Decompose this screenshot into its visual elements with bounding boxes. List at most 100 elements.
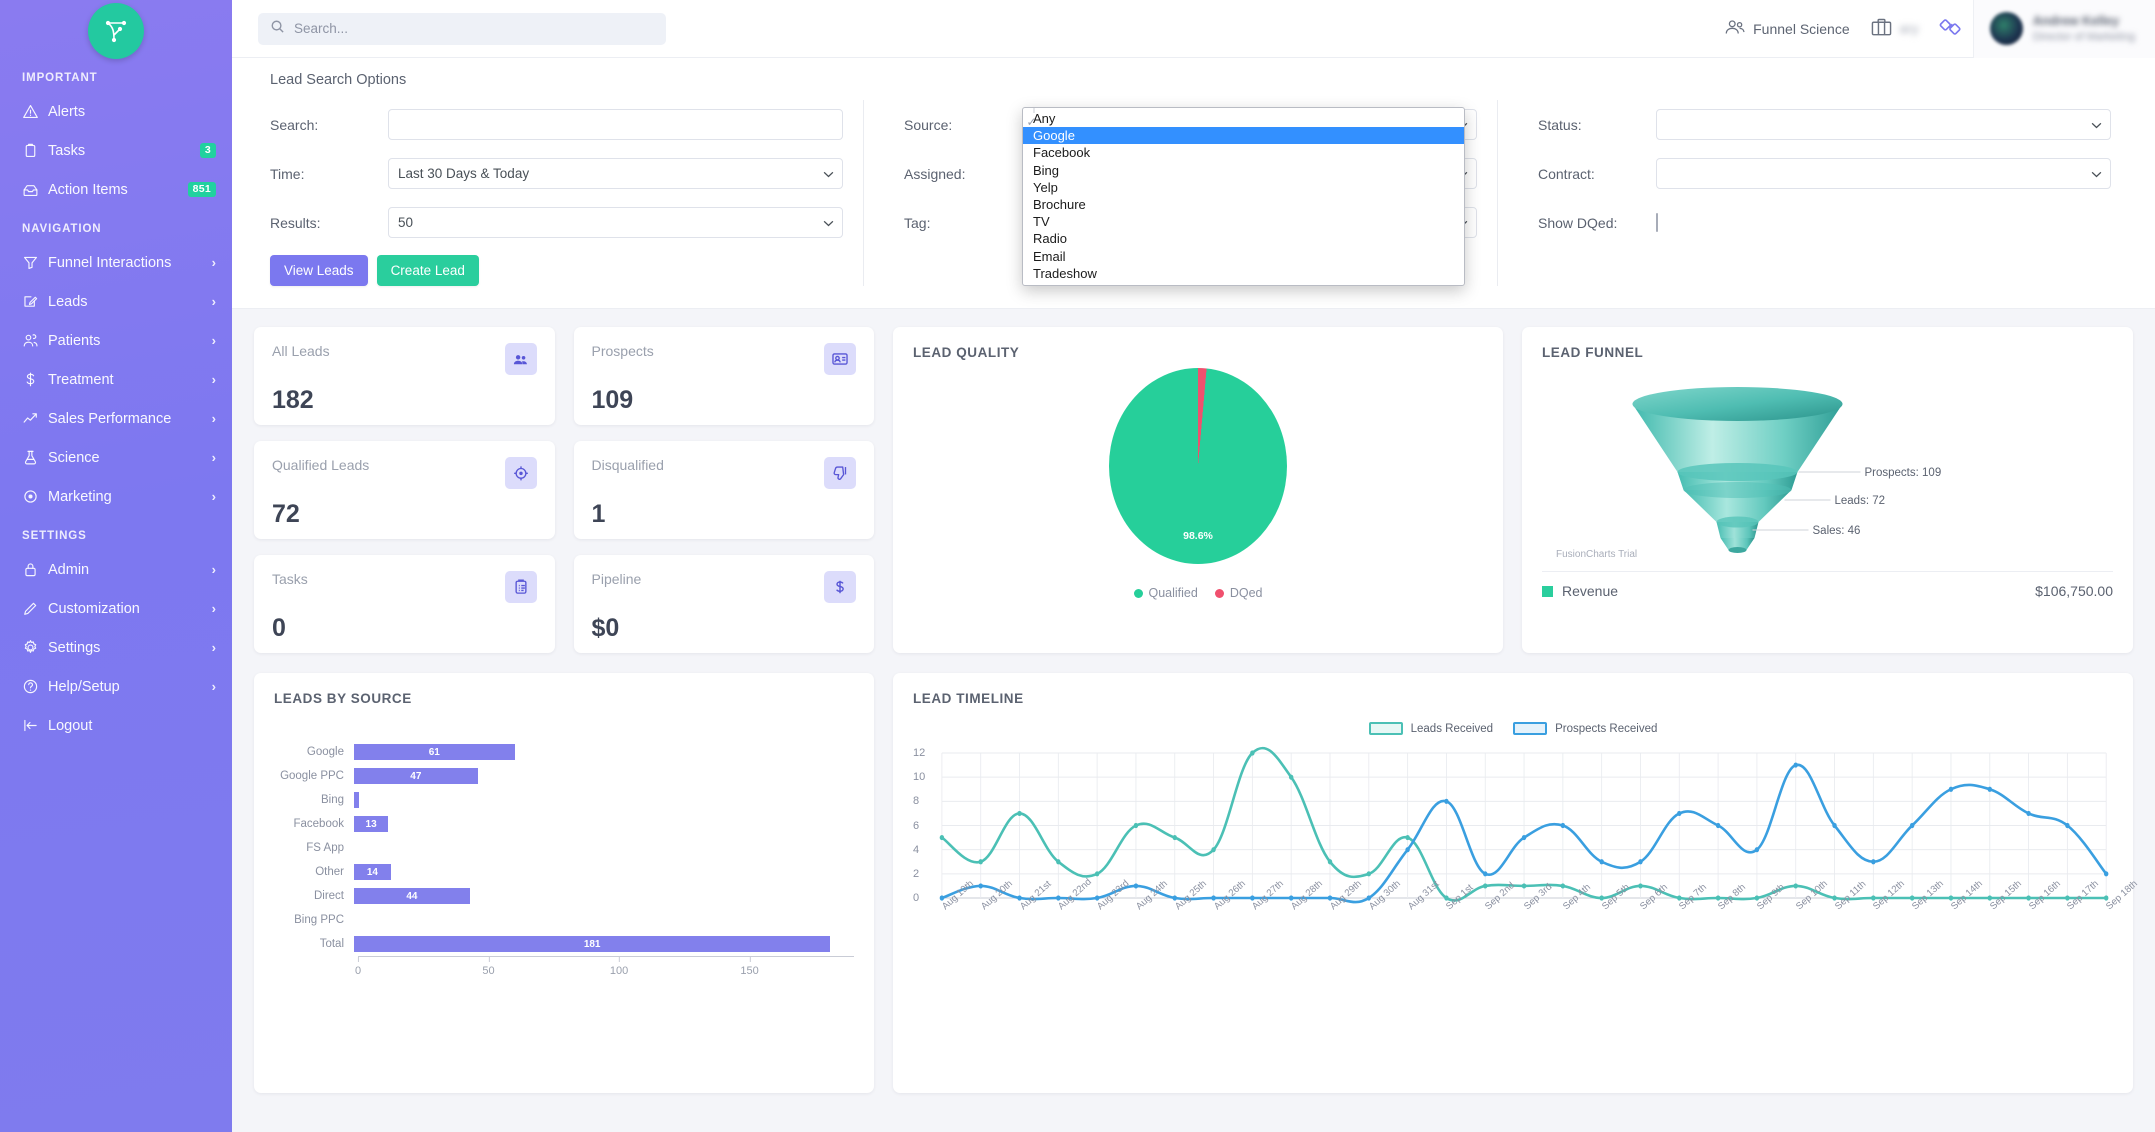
page-content: Lead Search Options Search: Time: Last 3… [232,58,2155,1132]
sidebar-item-settings[interactable]: Settings › [0,628,232,667]
sidebar-item-alerts[interactable]: Alerts [0,92,232,131]
results-select[interactable] [388,207,843,238]
funnel-label-sales: Sales: 46 [1813,525,1861,537]
kpi-label: Disqualified [591,457,664,473]
dollar-icon [22,371,48,388]
pie-slices[interactable]: 98.6% [1109,368,1287,564]
timeline-y-tick: 0 [913,891,920,904]
sidebar-item-logout[interactable]: Logout [0,706,232,745]
source-bar-label: Bing PPC [294,914,344,926]
sidebar-item-customization[interactable]: Customization › [0,589,232,628]
chevron-right-icon: › [211,601,216,616]
time-select[interactable] [388,158,843,189]
global-search-input[interactable]: Search... [258,12,666,45]
sidebar-item-sales-performance[interactable]: Sales Performance › [0,399,232,438]
sidebar-item-label: Science [48,449,100,466]
status-select[interactable] [1656,109,2111,140]
kpi-card-pipeline[interactable]: Pipeline $0 [573,555,874,653]
main-region: Search... Funnel Science ary Andrew Kell… [232,0,2155,1132]
source-option-brochure[interactable]: Brochure [1023,108,1464,213]
sidebar-item-science[interactable]: Science › [0,438,232,477]
source-bar-label: Facebook [293,818,344,830]
pie-legend-item-dqed[interactable]: DQed [1214,586,1263,600]
integrations-button[interactable] [1929,17,1973,40]
kpi-card-tasks[interactable]: Tasks 0 [254,555,555,653]
lead-funnel-title: LEAD FUNNEL [1542,345,1644,360]
source-bar[interactable]: 61 [354,744,515,760]
lead-timeline-chart[interactable]: 0 2 4 6 8 10 12 Aug 19th Aug 20th Aug 21st Aug 22n… [913,745,2140,960]
timeline-legend-item-prospects-received[interactable]: Prospects Received [1513,722,1657,735]
source-bar[interactable]: 47 [354,768,478,784]
leads-by-source-chart: Google 61 Google PPC 47 Bing Facebook 13 FS App… [274,740,854,956]
sidebar-item-marketing[interactable]: Marketing › [0,477,232,516]
lead-quality-chart: 98.6% Qualified DQed [913,368,1483,600]
field-contract: Contract: [1524,149,2115,198]
x-axis-tick: 0 [355,957,361,977]
leads-by-source-x-axis: 0 50 100 150 [355,956,854,982]
search-input[interactable] [388,109,843,140]
kpi-card-qualified-leads[interactable]: Qualified Leads 72 [254,441,555,539]
source-bar-value: 44 [406,890,418,902]
source-dropdown-list[interactable]: ✓ Any Google Facebook Bing Yelp Brochure TV Radi… [1022,107,1465,286]
search-form-column-middle: Source: ✓AnyGoogleFacebookBingYelp Brochu… [863,100,1498,286]
source-bar-track: 181 [354,932,854,956]
show-dqed-checkbox[interactable] [1656,212,1658,232]
sidebar-item-funnel-interactions[interactable]: Funnel Interactions › [0,243,232,282]
source-option-radio[interactable]: Radio [1023,108,1464,247]
source-option-tv[interactable]: TV [1023,108,1464,230]
source-bar[interactable]: 14 [354,864,391,880]
kpi-card-all-leads[interactable]: All Leads 182 [254,327,555,425]
source-bar[interactable]: 181 [354,936,831,952]
source-bar[interactable]: 44 [354,888,470,904]
source-bar[interactable]: 13 [354,816,389,832]
source-bar-label: Direct [313,890,344,902]
source-option-label: Tradeshow [1033,265,1097,281]
source-bar-row: Other 14 [280,860,854,884]
source-option-bing[interactable]: Bing [1023,108,1464,179]
source-option-tradeshow[interactable]: Tradeshow [1023,108,1464,282]
timeline-legend-item-leads-received[interactable]: Leads Received [1368,722,1493,735]
source-label: Source: [904,116,953,133]
sidebar-item-admin[interactable]: Admin › [0,550,232,589]
kpi-card-disqualified[interactable]: Disqualified 1 [573,441,874,539]
sidebar-item-action-items[interactable]: Action Items 851 [0,170,232,209]
view-leads-button[interactable]: View Leads [270,255,368,286]
sidebar-item-help-setup[interactable]: Help/Setup › [0,667,232,706]
source-bar-label: Total [319,938,344,950]
sidebar-item-leads[interactable]: Leads › [0,282,232,321]
trend-up-icon [22,410,48,427]
org-switcher[interactable]: Funnel Science [1714,19,1860,39]
lead-funnel-card: LEAD FUNNEL Prospects: 109 Leads: 72 Sal… [1522,327,2133,653]
source-option-any[interactable]: ✓ Any [1023,108,1464,128]
sidebar-item-badge: 851 [187,182,216,197]
sidebar-item-tasks[interactable]: Tasks 3 [0,131,232,170]
legend-swatch [1214,588,1224,598]
source-bar-row: Google PPC 47 [280,764,854,788]
source-bar[interactable] [354,792,360,808]
sidebar-item-label: Funnel Interactions [48,254,172,271]
source-option-email[interactable]: Email [1023,108,1464,265]
status-label: Status: [1538,116,1582,133]
logo-container[interactable] [0,0,232,59]
source-bar-value: 61 [428,746,440,758]
source-option-google[interactable]: Google [1023,108,1464,145]
dashboard-row-1: All Leads 182 Prospects 109 Qualified Leads 7… [232,309,2155,653]
create-lead-button[interactable]: Create Lead [376,255,479,286]
source-option-yelp[interactable]: Yelp [1023,108,1464,196]
sidebar-section-important: IMPORTANT [22,72,98,84]
source-option-facebook[interactable]: Facebook [1023,108,1464,161]
briefcase-button[interactable]: ary [1860,17,1929,41]
contract-select[interactable] [1656,158,2111,189]
source-bar-track [354,788,854,812]
dollar-sign-icon [824,571,856,603]
sidebar-item-patients[interactable]: Patients › [0,321,232,360]
lead-funnel-chart[interactable]: Prospects: 109 Leads: 72 Sales: 46 Fusio… [1542,372,2113,562]
dashboard-app: IMPORTANT Alerts Tasks 3 Action Items 851 NAVI… [0,0,2155,1132]
legend-label: Prospects Received [1555,722,1658,735]
user-menu[interactable]: Andrew Kelley Director of Marketing [1972,0,2155,58]
funnel-label-leads: Leads: 72 [1835,495,1886,507]
source-option-label: Yelp [1033,179,1058,195]
kpi-card-prospects[interactable]: Prospects 109 [573,327,874,425]
pie-legend-item-qualified[interactable]: Qualified [1133,586,1198,600]
sidebar-item-treatment[interactable]: Treatment › [0,360,232,399]
